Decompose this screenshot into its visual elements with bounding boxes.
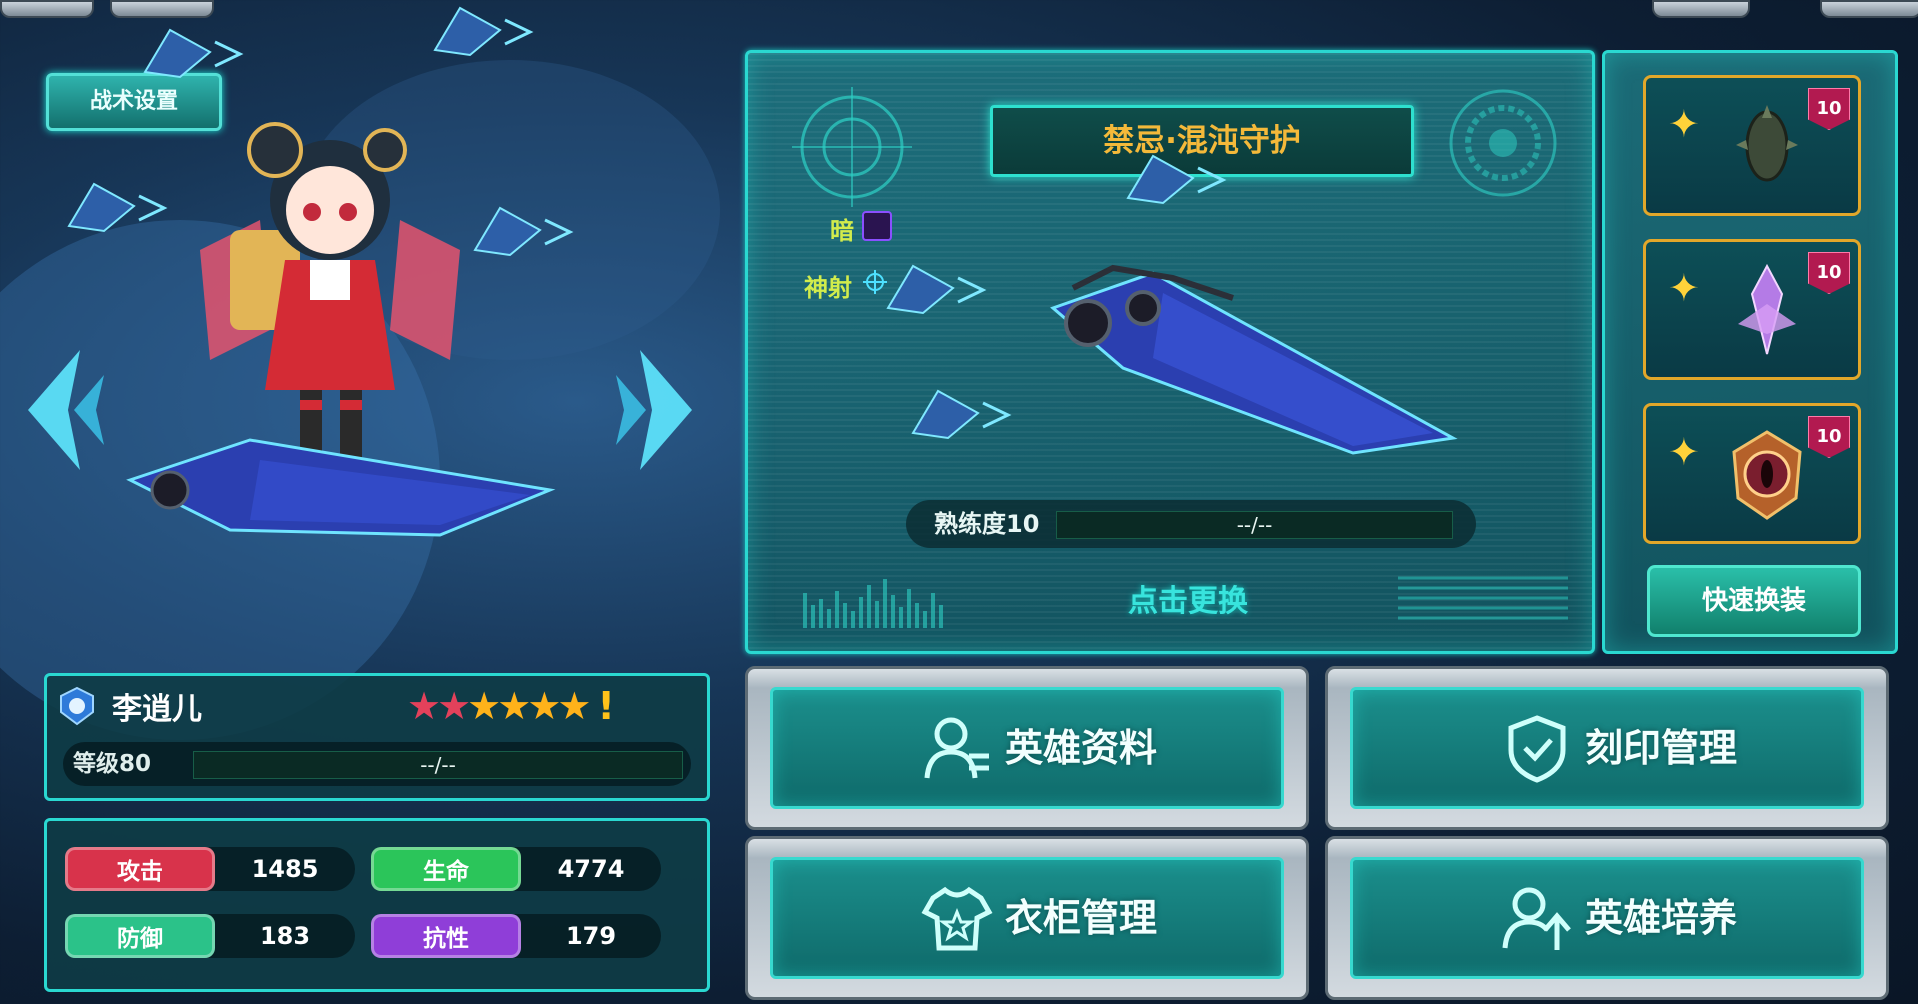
weapon-panel: 禁忌·混沌守护 暗 神射 熟练度10 --/-- 点击更换 [745, 50, 1595, 654]
sparkle-icon: ✦ [1668, 102, 1700, 146]
wardrobe-manage-button[interactable]: 衣柜管理 [745, 836, 1309, 1000]
stat-row-attack: 攻击 1485 [65, 847, 355, 891]
stat-label: 抗性 [371, 914, 521, 958]
hero-level-value: --/-- [420, 753, 456, 777]
button-face: 英雄资料 [770, 687, 1284, 809]
button-face: 刻印管理 [1350, 687, 1864, 809]
proficiency-bar: 熟练度10 --/-- [906, 500, 1476, 548]
equipment-slot[interactable]: ✦ 10 [1643, 239, 1861, 380]
sparkle-icon: ✦ [1668, 266, 1700, 310]
stat-row-hp: 生命 4774 [371, 847, 661, 891]
hero-stats-panel: 攻击 1485 生命 4774 防御 183 抗性 179 [44, 818, 710, 992]
equipment-level-badge: 10 [1808, 416, 1850, 458]
proficiency-value: --/-- [1236, 513, 1273, 537]
stat-value: 179 [565, 922, 617, 950]
star-icon: ★ [407, 684, 441, 728]
star-icon: ★ [467, 684, 501, 728]
star-icon: ★ [437, 684, 471, 728]
quick-equip-button[interactable]: 快速换装 [1647, 565, 1861, 637]
top-tab[interactable] [110, 0, 214, 18]
top-tab[interactable] [1652, 0, 1750, 18]
stat-label: 防御 [65, 914, 215, 958]
equipment-level-badge: 10 [1808, 252, 1850, 294]
crystal-wing-icon [1738, 264, 1796, 355]
hero-training-button[interactable]: 英雄培养 [1325, 836, 1889, 1000]
change-weapon-button[interactable]: 点击更换 [1128, 576, 1248, 620]
spiked-shell-icon [1736, 105, 1798, 182]
floating-shard-icon [143, 28, 244, 79]
dark-element-icon [862, 211, 892, 241]
engraving-manage-button[interactable]: 刻印管理 [1325, 666, 1889, 830]
floating-shard-icon [67, 182, 168, 233]
proficiency-track: --/-- [1056, 511, 1453, 539]
stat-row-resistance: 抗性 179 [371, 914, 661, 958]
star-icon: ★ [557, 684, 591, 728]
equalizer-bars-decoration [803, 579, 943, 628]
button-label: 英雄培养 [1585, 896, 1738, 940]
top-tab[interactable] [0, 0, 94, 18]
equipment-slot[interactable]: ✦ 10 [1643, 75, 1861, 216]
button-face: 英雄培养 [1350, 857, 1864, 979]
floating-shard-icon [1126, 154, 1227, 205]
equipment-slot[interactable]: ✦ 10 [1643, 403, 1861, 544]
button-label: 英雄资料 [1005, 726, 1158, 770]
stat-row-defense: 防御 183 [65, 914, 355, 958]
top-tab[interactable] [1820, 0, 1918, 18]
stat-value: 183 [259, 922, 311, 950]
sparkle-icon: ✦ [1668, 430, 1700, 474]
lines-decoration [1398, 576, 1568, 620]
button-label: 衣柜管理 [1005, 896, 1158, 940]
stat-label: 攻击 [65, 847, 215, 891]
weapon-artwork[interactable] [1033, 248, 1473, 478]
stat-value: 4774 [557, 855, 625, 883]
hero-star-rating: ★★★★★★! [407, 684, 615, 728]
weapon-skill-label: 神射 [804, 274, 852, 302]
equipment-level-badge: 10 [1808, 88, 1850, 130]
floating-shard-icon [886, 264, 987, 315]
button-face: 衣柜管理 [770, 857, 1284, 979]
shield-swap-icon [1508, 715, 1566, 783]
shirt-icon [921, 886, 993, 951]
hero-class-shield-icon [60, 686, 94, 726]
next-hero-arrow-icon[interactable] [612, 345, 702, 475]
floating-shard-icon [911, 389, 1012, 440]
eye-emblem-icon [1732, 430, 1802, 520]
radar-ring-icon [1449, 89, 1557, 197]
hero-info-panel: 李逍儿 ★★★★★★! 等级80 --/-- [44, 673, 710, 801]
user-icon [924, 717, 989, 779]
hero-name: 李逍儿 [112, 692, 202, 727]
hero-level-track: --/-- [193, 751, 683, 779]
stat-label: 生命 [371, 847, 521, 891]
hero-weapon-board-icon [126, 438, 556, 537]
proficiency-label: 熟练度10 [934, 510, 1040, 538]
hero-level-label: 等级80 [73, 751, 152, 777]
star-icon: ★ [497, 684, 531, 728]
floating-shard-icon [433, 6, 534, 57]
alert-icon[interactable]: ! [597, 684, 614, 728]
hero-level-bar: 等级80 --/-- [63, 742, 691, 786]
equipment-column: ✦ 10 ✦ 10 ✦ 10 快速换装 [1602, 50, 1898, 654]
button-label: 刻印管理 [1585, 726, 1738, 770]
weapon-element-label: 暗 [830, 217, 854, 245]
target-reticle-icon [792, 87, 912, 207]
stat-value: 1485 [251, 855, 319, 883]
user-upgrade-icon [1502, 887, 1571, 950]
star-icon: ★ [527, 684, 561, 728]
hero-profile-button[interactable]: 英雄资料 [745, 666, 1309, 830]
prev-hero-arrow-icon[interactable] [18, 345, 108, 475]
floating-shard-icon [473, 206, 574, 257]
